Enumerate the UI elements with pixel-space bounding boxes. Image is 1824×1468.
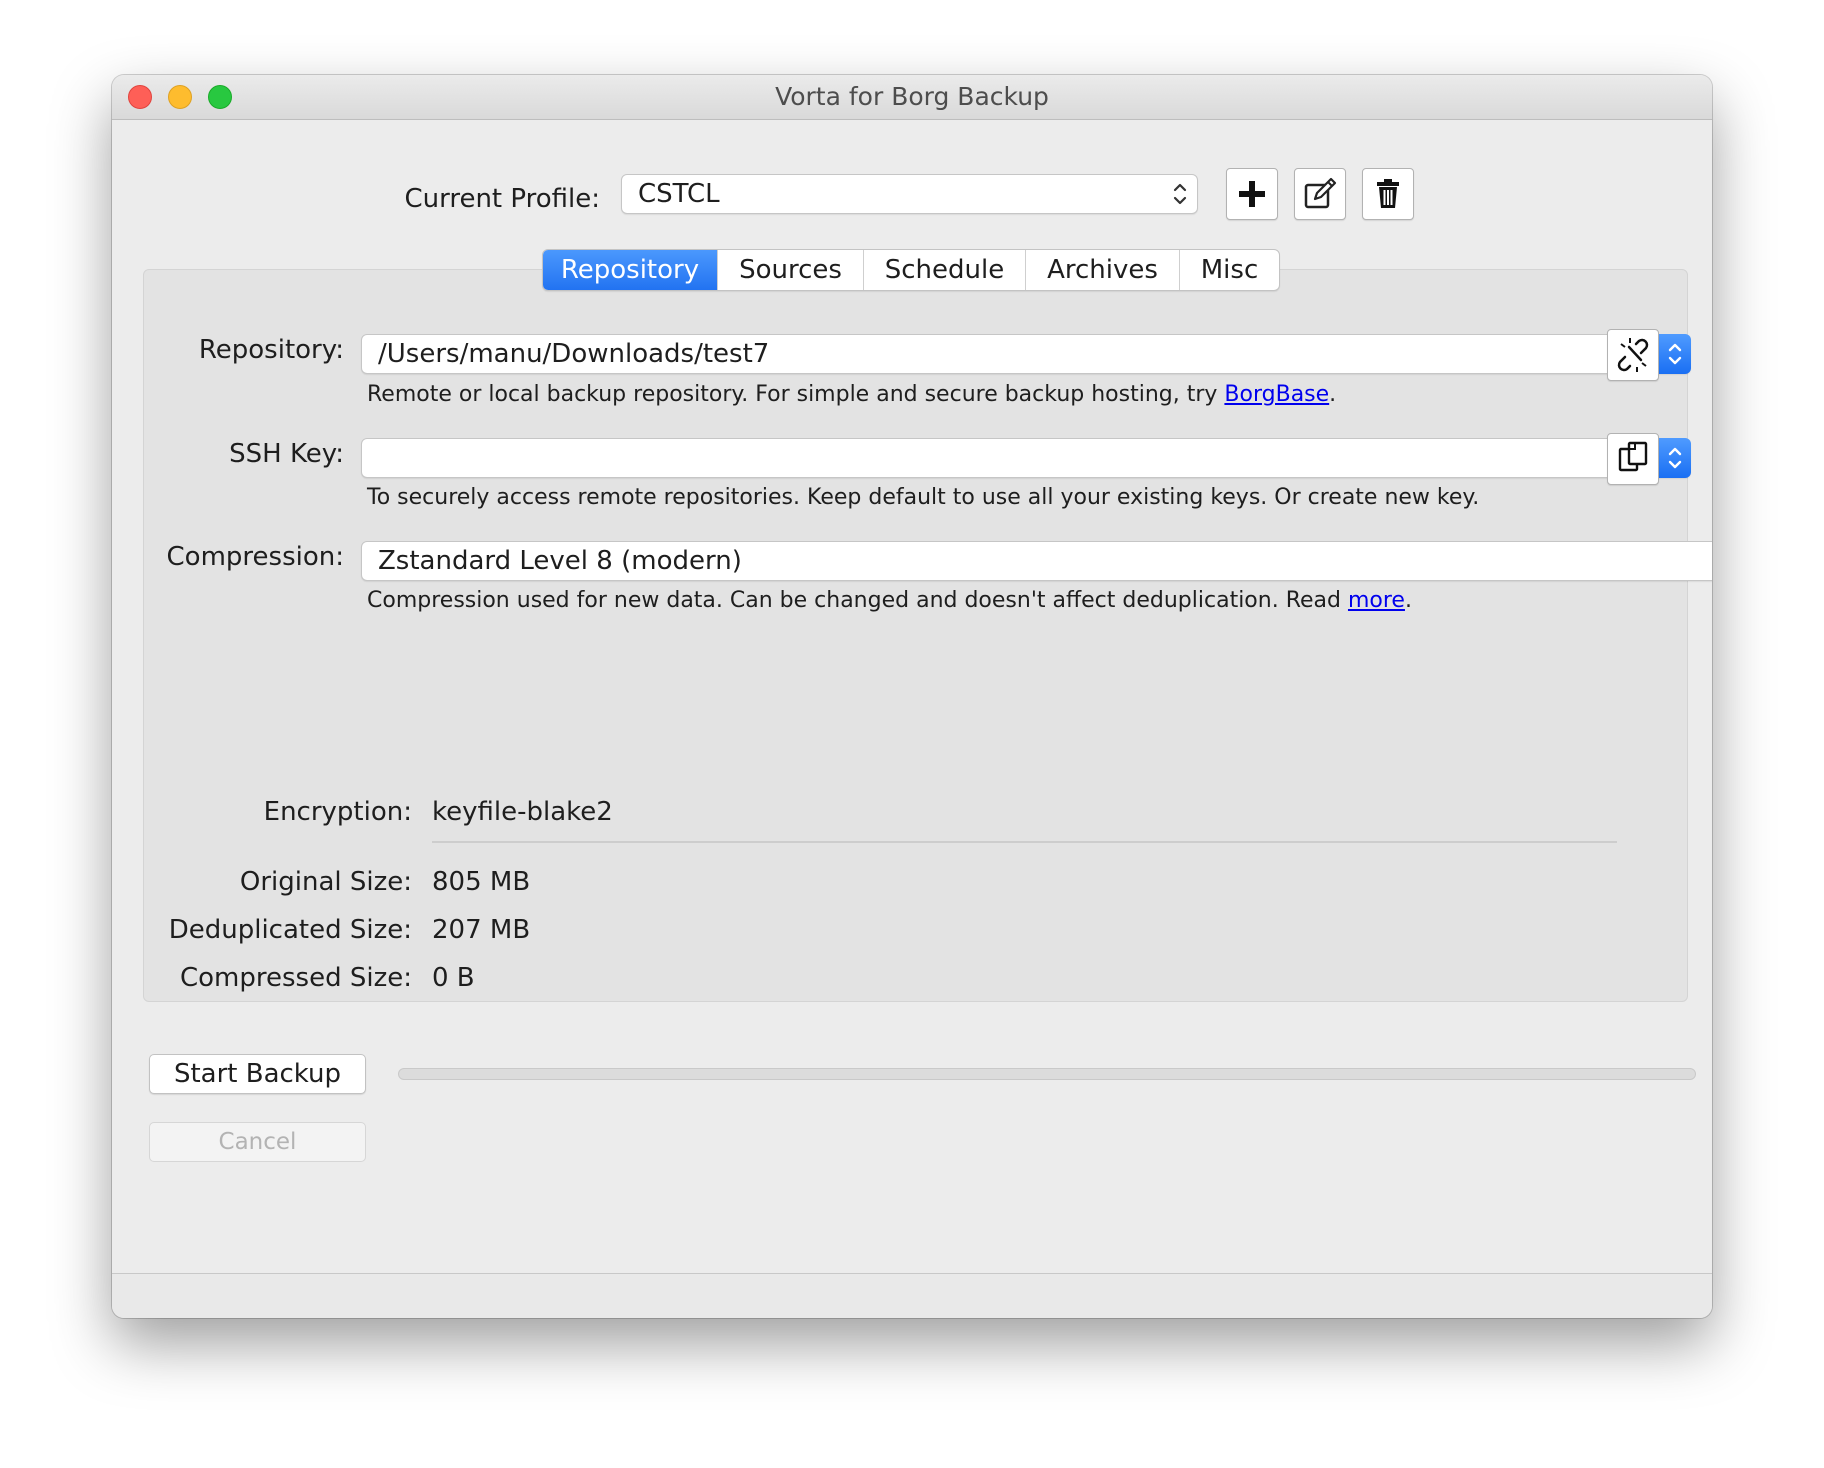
updown-chevron-icon xyxy=(1173,183,1187,205)
repository-help-suffix: . xyxy=(1329,382,1337,407)
copy-icon xyxy=(1618,441,1648,472)
ssh-key-select[interactable] xyxy=(361,438,1691,478)
profile-label: Current Profile: xyxy=(404,184,600,214)
tab-schedule[interactable]: Schedule xyxy=(863,250,1025,290)
plus-icon xyxy=(1239,181,1265,207)
compression-select[interactable]: Zstandard Level 8 (modern) xyxy=(361,541,1712,581)
profile-select[interactable]: CSTCL xyxy=(621,174,1198,214)
original-size-label: Original Size: xyxy=(239,867,412,897)
tab-bar: Repository Sources Schedule Archives Mis… xyxy=(542,249,1280,291)
updown-chevron-icon xyxy=(1668,343,1682,365)
compression-label: Compression: xyxy=(166,542,344,572)
ssh-key-dropdown-toggle[interactable] xyxy=(1659,438,1691,478)
backup-progress-bar xyxy=(398,1068,1696,1080)
more-link[interactable]: more xyxy=(1348,588,1405,613)
title-bar[interactable]: Vorta for Borg Backup xyxy=(112,75,1712,120)
trash-icon xyxy=(1377,179,1399,208)
profile-select-value: CSTCL xyxy=(638,179,720,209)
cancel-button[interactable]: Cancel xyxy=(149,1122,366,1162)
unlink-repository-button[interactable] xyxy=(1607,329,1659,381)
compressed-size-label: Compressed Size: xyxy=(180,963,412,993)
updown-chevron-icon xyxy=(1668,447,1682,469)
start-backup-button[interactable]: Start Backup xyxy=(149,1054,366,1094)
encryption-label: Encryption: xyxy=(263,797,412,827)
app-window: Vorta for Borg Backup Current Profile: C… xyxy=(112,75,1712,1318)
compression-help-suffix: . xyxy=(1404,588,1412,613)
repository-select-value: /Users/manu/Downloads/test7 xyxy=(378,339,770,369)
tab-sources[interactable]: Sources xyxy=(717,250,863,290)
ssh-key-label: SSH Key: xyxy=(229,439,344,469)
tab-archives[interactable]: Archives xyxy=(1025,250,1179,290)
deduplicated-size-value: 207 MB xyxy=(432,915,531,945)
stats-divider xyxy=(432,841,1617,843)
repository-label: Repository: xyxy=(198,335,344,365)
status-bar xyxy=(112,1273,1712,1318)
compressed-size-value: 0 B xyxy=(432,963,475,993)
encryption-value: keyfile-blake2 xyxy=(432,797,613,827)
repository-help: Remote or local backup repository. For s… xyxy=(367,382,1336,407)
edit-icon xyxy=(1304,177,1337,209)
tab-repository[interactable]: Repository xyxy=(543,250,717,290)
repository-dropdown-toggle[interactable] xyxy=(1659,334,1691,374)
compression-help-text: Compression used for new data. Can be ch… xyxy=(367,588,1348,613)
compression-select-value: Zstandard Level 8 (modern) xyxy=(378,546,742,576)
original-size-value: 805 MB xyxy=(432,867,531,897)
add-profile-button[interactable] xyxy=(1226,168,1278,220)
unlink-icon xyxy=(1617,338,1649,372)
tab-misc[interactable]: Misc xyxy=(1179,250,1279,290)
copy-ssh-key-button[interactable] xyxy=(1607,433,1659,485)
compression-help: Compression used for new data. Can be ch… xyxy=(367,588,1412,613)
delete-profile-button[interactable] xyxy=(1362,168,1414,220)
edit-profile-button[interactable] xyxy=(1294,168,1346,220)
ssh-key-help: To securely access remote repositories. … xyxy=(367,485,1480,510)
window-title: Vorta for Borg Backup xyxy=(775,82,1049,111)
deduplicated-size-label: Deduplicated Size: xyxy=(168,915,412,945)
repository-select[interactable]: /Users/manu/Downloads/test7 xyxy=(361,334,1691,374)
borgbase-link[interactable]: BorgBase xyxy=(1224,382,1329,407)
repository-help-text: Remote or local backup repository. For s… xyxy=(367,382,1225,407)
